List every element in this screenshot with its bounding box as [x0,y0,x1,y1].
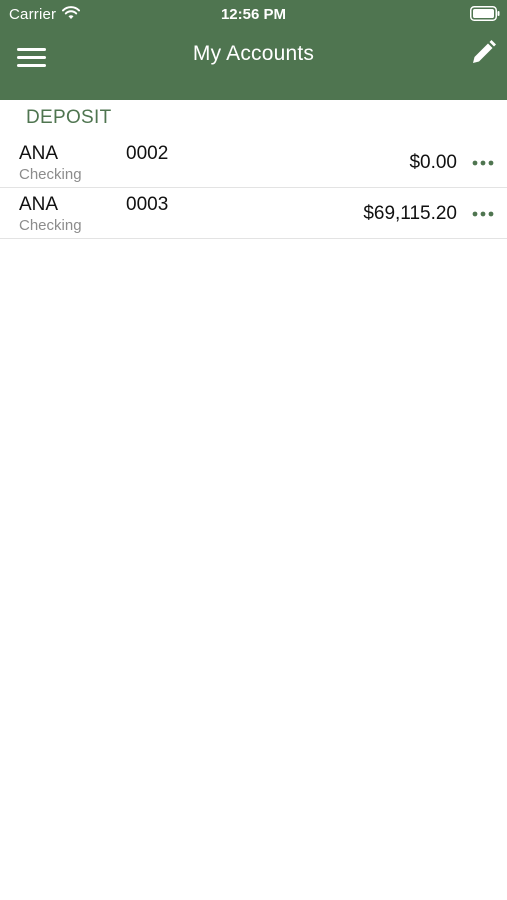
section-header-deposit: DEPOSIT [26,107,112,128]
app-header: Carrier 12:56 PM My Accounts [0,0,507,100]
page-title: My Accounts [192,42,315,65]
account-type: Checking [19,217,82,234]
status-time: 12:56 PM [220,6,287,23]
more-dots-icon[interactable] [472,210,494,218]
account-row[interactable]: ANA Checking 0003 $69,115.20 [0,188,507,239]
account-row[interactable]: ANA Checking 0002 $0.00 [0,137,507,188]
status-bar: Carrier 12:56 PM [0,0,507,28]
account-name: ANA [19,143,59,164]
account-balance: $0.00 [409,152,457,173]
navigation-bar: My Accounts [0,28,507,88]
battery-icon [470,6,500,21]
more-dots-icon[interactable] [472,159,494,167]
account-type: Checking [19,166,82,183]
pencil-edit-icon[interactable] [468,38,498,68]
account-name: ANA [19,194,59,215]
account-number: 0003 [126,194,169,215]
account-number: 0002 [126,143,169,164]
account-balance: $69,115.20 [363,203,457,224]
